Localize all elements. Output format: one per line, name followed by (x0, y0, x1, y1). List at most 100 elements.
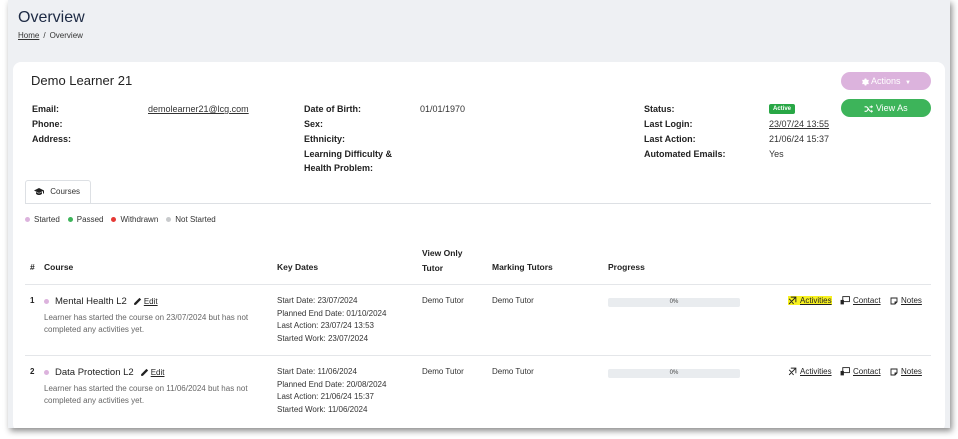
view-only-tutor: Demo Tutor (422, 296, 464, 305)
status-label: Status: (644, 104, 675, 114)
legend-withdrawn: Withdrawn (111, 215, 158, 224)
row-number: 1 (30, 296, 35, 305)
breadcrumb-current: Overview (49, 31, 83, 40)
col-header-key-dates: Key Dates (277, 262, 319, 272)
progress-bar: 0% (608, 298, 740, 307)
app-window: Overview Home / Overview Demo Learner 21 A… (8, 0, 950, 428)
actions-label: Actions (871, 76, 901, 86)
start-date: Start Date: 23/07/2024 (277, 296, 358, 305)
legend-started-label: Started (34, 215, 60, 224)
activities-label: Activities (800, 296, 832, 305)
address-label: Address: (32, 134, 72, 144)
dob-value: 01/01/1970 (420, 104, 466, 114)
started-dot (25, 217, 30, 222)
edit-label: Edit (143, 297, 158, 306)
course-description: Learner has started the course on 23/07/… (44, 312, 264, 336)
passed-dot (67, 217, 73, 222)
not-started-dot (166, 217, 172, 222)
col-header-marking-tutors: Marking Tutors (492, 262, 553, 272)
email-link[interactable]: demolearner21@lcg.com (148, 104, 249, 114)
marking-tutor: Demo Tutor (492, 296, 534, 305)
dob-label: Date of Birth: (304, 104, 361, 114)
contact-link[interactable]: Contact (840, 367, 881, 376)
note-icon (890, 297, 898, 304)
automated-emails-label: Automated Emails: (644, 149, 726, 159)
actions-button[interactable]: Actions ▼ (841, 72, 931, 90)
course-description-line2: completed any activities yet. (44, 325, 145, 334)
notes-link[interactable]: Notes (890, 367, 922, 376)
key-dates: Start Date: 11/06/2024 Planned End Date:… (277, 366, 386, 416)
page-title: Overview (18, 9, 85, 26)
col-header-view-only-line1: View Only (422, 248, 463, 258)
course-name: Data Protection L2 (55, 367, 134, 378)
last-action-label: Last Action: (644, 134, 696, 144)
course-name: Mental Health L2 (55, 296, 127, 307)
sex-label: Sex: (304, 119, 324, 129)
edit-course-link[interactable]: Edit (133, 297, 158, 306)
marking-tutor: Demo Tutor (492, 367, 534, 376)
course-description: Learner has started the course on 11/06/… (44, 383, 264, 407)
col-header-course: Course (44, 262, 74, 272)
pencil-icon (133, 297, 141, 305)
course-title: Mental Health L2 Edit (44, 296, 158, 307)
view-as-label: View As (875, 103, 908, 113)
learning-difficulty-label: Learning Difficulty & (304, 149, 393, 159)
contact-label: Contact (853, 296, 881, 305)
progress-bar: 0% (608, 369, 740, 378)
planned-end-date: Planned End Date: 01/10/2024 (277, 308, 387, 318)
caret-down-icon: ▼ (905, 80, 911, 86)
edit-label: Edit (150, 368, 165, 377)
activities-icon (788, 296, 797, 305)
legend-started: Started (25, 215, 60, 224)
col-header-view-only-line2: Tutor (422, 263, 444, 273)
activities-label: Activities (800, 367, 832, 376)
phone-label: Phone: (32, 119, 63, 129)
course-description-line2: completed any activities yet. (44, 396, 145, 405)
view-as-button[interactable]: View As (841, 99, 931, 117)
last-action: Last Action: 23/07/24 13:53 (277, 321, 374, 330)
health-problem-label: Health Problem: (304, 163, 374, 173)
course-description-line1: Learner has started the course on 23/07/… (44, 313, 249, 322)
start-date: Start Date: 11/06/2024 (277, 367, 357, 376)
status-legend: Started Passed Withdrawn Not Started (25, 215, 218, 224)
withdrawn-dot (111, 217, 117, 222)
contact-icon (840, 367, 850, 376)
key-dates: Start Date: 23/07/2024 Planned End Date:… (277, 295, 386, 345)
activities-link[interactable]: Activities (788, 296, 832, 305)
notes-label: Notes (901, 367, 922, 376)
ethnicity-label: Ethnicity: (304, 134, 346, 144)
pencil-icon (140, 368, 148, 376)
tab-courses-label: Courses (50, 187, 81, 196)
col-header-view-only-tutor: View Only Tutor (422, 247, 462, 274)
course-status-dot (44, 370, 49, 375)
started-work: Started Work: 11/06/2024 (277, 404, 368, 414)
edit-course-link[interactable]: Edit (140, 368, 165, 377)
legend-passed: Passed (67, 215, 104, 224)
row-number: 2 (30, 367, 35, 376)
notes-label: Notes (901, 296, 922, 305)
notes-link[interactable]: Notes (890, 296, 922, 305)
legend-passed-label: Passed (76, 215, 104, 224)
shuffle-icon (864, 103, 876, 113)
contact-link[interactable]: Contact (840, 296, 881, 305)
gear-icon (861, 76, 871, 86)
tab-divider (25, 203, 931, 204)
last-login-link[interactable]: 23/07/24 13:55 (769, 119, 829, 129)
last-login-label: Last Login: (644, 119, 693, 129)
tab-courses[interactable]: Courses (25, 180, 91, 204)
breadcrumb-home-link[interactable]: Home (18, 31, 39, 40)
email-label: Email: (32, 104, 60, 114)
contact-icon (840, 296, 850, 305)
note-icon (890, 368, 898, 375)
automated-emails-value: Yes (769, 149, 784, 159)
col-header-num: # (30, 262, 35, 272)
course-description-line1: Learner has started the course on 11/06/… (44, 384, 248, 393)
col-header-progress: Progress (608, 262, 645, 272)
learner-name: Demo Learner 21 (31, 73, 133, 88)
last-action: Last Action: 21/06/24 15:37 (277, 392, 374, 401)
learner-card: Demo Learner 21 Actions ▼ View As Email:… (13, 62, 945, 428)
status-badge: Active (769, 104, 796, 114)
activities-link[interactable]: Activities (788, 367, 832, 376)
last-action-value: 21/06/24 15:37 (769, 134, 830, 144)
view-only-tutor: Demo Tutor (422, 367, 464, 376)
